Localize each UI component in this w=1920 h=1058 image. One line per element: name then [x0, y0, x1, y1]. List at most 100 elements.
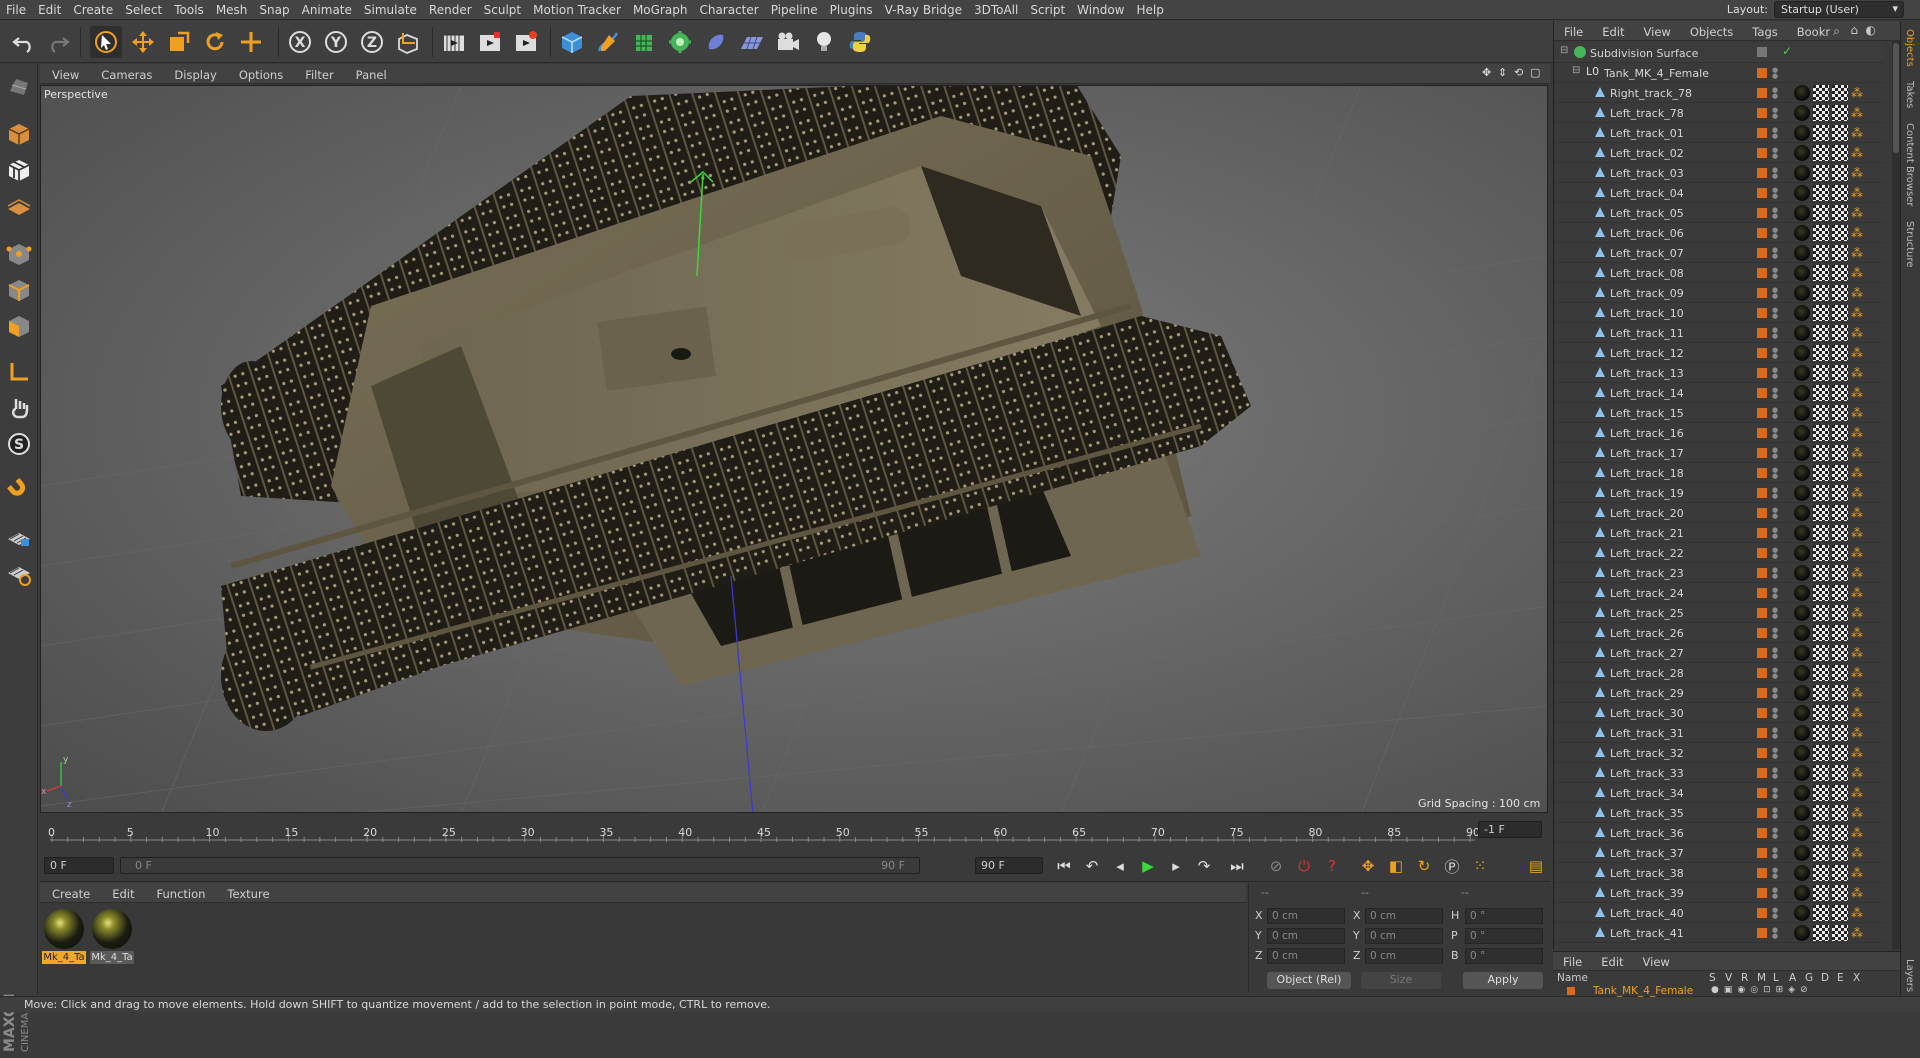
texture-tag-icon[interactable] [1813, 765, 1829, 781]
phong-tag-icon[interactable]: ⁂ [1851, 785, 1867, 801]
uvw-tag-icon[interactable] [1832, 245, 1848, 261]
object-layer-color[interactable] [1757, 68, 1767, 78]
material-tag-icon[interactable] [1794, 125, 1810, 141]
uvw-tag-icon[interactable] [1832, 865, 1848, 881]
render-to-picture-viewer-icon[interactable] [474, 26, 506, 58]
y-axis-lock-icon[interactable]: Y [320, 26, 352, 58]
visibility-dots-icon[interactable]: ● ● [1772, 687, 1778, 700]
object-layer-color[interactable] [1757, 268, 1767, 278]
object-row[interactable]: Left_track_13 ● ● ⁂ [1554, 363, 1884, 383]
phong-tag-icon[interactable]: ⁂ [1851, 865, 1867, 881]
enabled-check-icon[interactable]: ✓ [1782, 44, 1792, 58]
objects-menu-objects[interactable]: Objects [1680, 21, 1742, 39]
layer-filter-icon[interactable]: ◐ [1866, 23, 1876, 37]
object-row[interactable]: Left_track_33 ● ● ⁂ [1554, 763, 1884, 783]
visibility-dots-icon[interactable]: ● ● [1772, 267, 1778, 280]
end-frame-field[interactable]: 90 F [975, 857, 1043, 874]
uvw-tag-icon[interactable] [1832, 525, 1848, 541]
phong-tag-icon[interactable]: ⁂ [1851, 425, 1867, 441]
material-menu-texture[interactable]: Texture [215, 883, 279, 901]
key-rotation-icon[interactable]: ↻ [1412, 854, 1436, 878]
uvw-tag-icon[interactable] [1832, 205, 1848, 221]
texture-tag-icon[interactable] [1813, 625, 1829, 641]
texture-tag-icon[interactable] [1813, 145, 1829, 161]
material-menu-create[interactable]: Create [40, 883, 100, 901]
texture-tag-icon[interactable] [1813, 845, 1829, 861]
home-icon[interactable]: ⌂ [1850, 23, 1858, 37]
object-row[interactable]: Left_track_41 ● ● ⁂ [1554, 923, 1884, 943]
visibility-dots-icon[interactable]: ● ● [1772, 107, 1778, 120]
uvw-tag-icon[interactable] [1832, 225, 1848, 241]
texture-tag-icon[interactable] [1813, 785, 1829, 801]
texture-tag-icon[interactable] [1813, 185, 1829, 201]
next-frame-icon[interactable]: ▸ [1164, 854, 1188, 878]
object-layer-color[interactable] [1757, 288, 1767, 298]
menu-mograph[interactable]: MoGraph [627, 0, 694, 20]
rotate-tool-icon[interactable] [199, 26, 231, 58]
object-row[interactable]: Left_track_15 ● ● ⁂ [1554, 403, 1884, 423]
object-layer-color[interactable] [1757, 668, 1767, 678]
uvw-tag-icon[interactable] [1832, 465, 1848, 481]
texture-tag-icon[interactable] [1813, 725, 1829, 741]
object-layer-color[interactable] [1757, 908, 1767, 918]
viewport-menu-view[interactable]: View [40, 64, 89, 82]
cloner-icon[interactable] [664, 26, 696, 58]
menu-motion-tracker[interactable]: Motion Tracker [527, 0, 627, 20]
visibility-dots-icon[interactable]: ● ● [1772, 67, 1778, 80]
uvw-tag-icon[interactable] [1832, 425, 1848, 441]
object-row[interactable]: Left_track_18 ● ● ⁂ [1554, 463, 1884, 483]
viewport-menu-display[interactable]: Display [162, 64, 226, 82]
texture-tag-icon[interactable] [1813, 645, 1829, 661]
uvw-tag-icon[interactable] [1832, 745, 1848, 761]
material-swatch[interactable]: Mk_4_Ta [42, 907, 86, 964]
object-layer-color[interactable] [1757, 688, 1767, 698]
object-row[interactable]: Left_track_22 ● ● ⁂ [1554, 543, 1884, 563]
menu-plugins[interactable]: Plugins [824, 0, 879, 20]
material-tag-icon[interactable] [1794, 265, 1810, 281]
layer-column-header[interactable]: S [1709, 972, 1716, 984]
camera-icon[interactable] [772, 26, 804, 58]
render-view-icon[interactable] [438, 26, 470, 58]
object-layer-color[interactable] [1757, 228, 1767, 238]
layer-column-header[interactable]: V [1725, 972, 1732, 984]
material-tag-icon[interactable] [1794, 905, 1810, 921]
texture-tag-icon[interactable] [1813, 225, 1829, 241]
object-layer-color[interactable] [1757, 248, 1767, 258]
material-tag-icon[interactable] [1794, 925, 1810, 941]
uvw-tag-icon[interactable] [1832, 385, 1848, 401]
phong-tag-icon[interactable]: ⁂ [1851, 605, 1867, 621]
texture-tag-icon[interactable] [1813, 605, 1829, 621]
objects-menu-file[interactable]: File [1554, 21, 1592, 39]
material-tag-icon[interactable] [1794, 105, 1810, 121]
texture-tag-icon[interactable] [1813, 705, 1829, 721]
material-tag-icon[interactable] [1794, 405, 1810, 421]
collapse-icon[interactable]: ⊟ [1572, 65, 1584, 77]
object-row-tank-group[interactable]: ⊟ L0 Tank_MK_4_Female ● ● [1554, 63, 1884, 83]
material-tag-icon[interactable] [1794, 285, 1810, 301]
uvw-tag-icon[interactable] [1832, 585, 1848, 601]
uvw-tag-icon[interactable] [1832, 105, 1848, 121]
material-tag-icon[interactable] [1794, 345, 1810, 361]
phong-tag-icon[interactable]: ⁂ [1851, 125, 1867, 141]
object-row[interactable]: Left_track_04 ● ● ⁂ [1554, 183, 1884, 203]
3d-viewport[interactable]: y x z [40, 85, 1548, 813]
material-tag-icon[interactable] [1794, 365, 1810, 381]
phong-tag-icon[interactable]: ⁂ [1851, 265, 1867, 281]
material-tag-icon[interactable] [1794, 225, 1810, 241]
workplane-mode-icon[interactable] [3, 190, 35, 222]
object-layer-color[interactable] [1757, 548, 1767, 558]
menu-render[interactable]: Render [423, 0, 478, 20]
coordinate-mode-dropdown[interactable]: Object (Rel) [1267, 972, 1351, 989]
phong-tag-icon[interactable]: ⁂ [1851, 185, 1867, 201]
search-icon[interactable]: ⌕ [1833, 24, 1840, 39]
visibility-dots-icon[interactable]: ● ● [1772, 827, 1778, 840]
texture-tag-icon[interactable] [1813, 365, 1829, 381]
object-row[interactable]: Left_track_27 ● ● ⁂ [1554, 643, 1884, 663]
next-key-icon[interactable]: ↷ [1192, 854, 1216, 878]
object-layer-color[interactable] [1757, 168, 1767, 178]
texture-tag-icon[interactable] [1813, 525, 1829, 541]
visibility-dots-icon[interactable]: ● ● [1772, 927, 1778, 940]
uvw-tag-icon[interactable] [1832, 825, 1848, 841]
tab-layers[interactable]: Layers [1904, 959, 1915, 992]
layout-dropdown[interactable]: Startup (User) [1774, 1, 1904, 18]
